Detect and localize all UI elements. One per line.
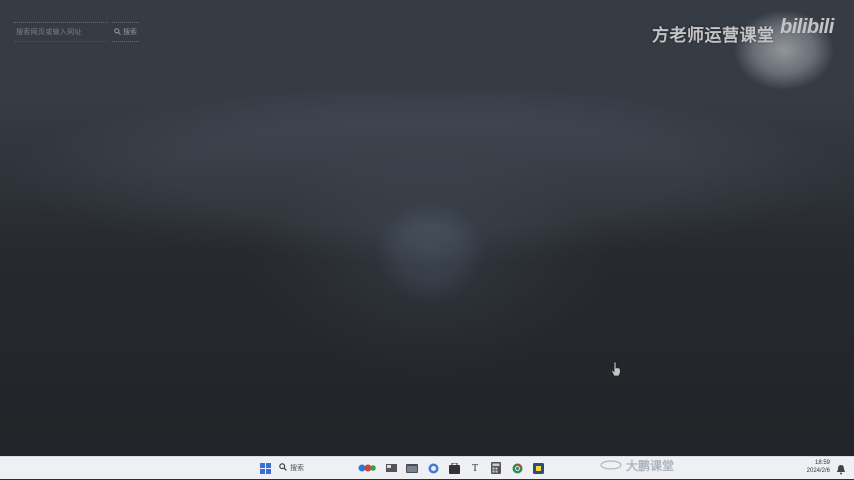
- search-input-placeholder: 搜索网页或输入网址: [16, 29, 82, 36]
- store-icon[interactable]: [448, 462, 460, 474]
- bilibili-logo: bilibili: [780, 16, 834, 38]
- browser-icon[interactable]: [427, 462, 439, 474]
- search-button[interactable]: 搜索: [112, 22, 139, 42]
- clock-time: 18:59: [814, 460, 830, 466]
- file-explorer-icon[interactable]: [406, 462, 418, 474]
- course-watermark-text: 大鹏课堂: [626, 458, 675, 473]
- taskbar-search-button[interactable]: 搜索: [279, 462, 304, 474]
- clock-date: 2024/2/6: [806, 468, 830, 474]
- hand-cursor-icon: [610, 361, 622, 377]
- mail-icon[interactable]: [385, 462, 397, 474]
- taskbar-search-label: 搜索: [290, 465, 304, 472]
- desktop-wallpaper: 搜索网页或输入网址 搜索 方老师运营课堂 bilibili: [0, 0, 854, 456]
- desktop-search-widget: 搜索网页或输入网址 搜索: [14, 22, 140, 42]
- app-icon[interactable]: [532, 462, 544, 474]
- system-clock[interactable]: 18:59 2024/2/6: [800, 459, 830, 475]
- notification-icon[interactable]: [836, 462, 848, 475]
- start-icon[interactable]: [259, 462, 271, 474]
- typora-icon[interactable]: T: [469, 462, 481, 474]
- presenter-webcam-overlay: [714, 0, 854, 96]
- widgets-icon[interactable]: [358, 462, 376, 474]
- search-button-label: 搜索: [123, 29, 137, 36]
- search-icon: [114, 27, 121, 37]
- channel-watermark: 方老师运营课堂: [652, 26, 775, 45]
- course-watermark-logo: 大鹏课堂: [600, 458, 675, 473]
- search-icon: [279, 463, 287, 473]
- chrome-icon[interactable]: [511, 462, 523, 474]
- calculator-icon[interactable]: [490, 462, 502, 474]
- search-input[interactable]: 搜索网页或输入网址: [14, 22, 108, 42]
- taskbar: 搜索 T 大鹏课堂 18:59 2024/2/6: [0, 456, 854, 479]
